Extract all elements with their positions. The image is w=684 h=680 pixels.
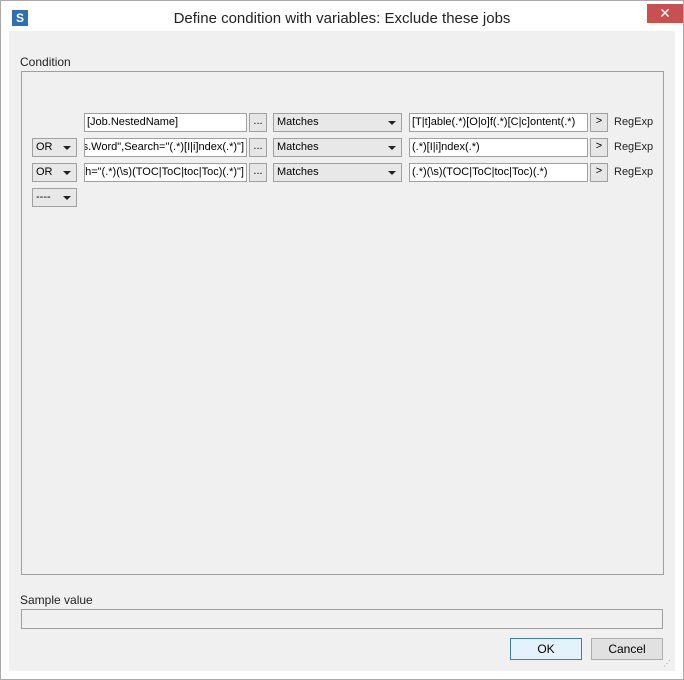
row2-type-label: RegExp (614, 141, 654, 153)
title-bar: S Define condition with variables: Exclu… (2, 2, 683, 32)
row2-value-field[interactable]: (.*)[I|i]ndex(.*) (409, 138, 588, 157)
row1-browse-button[interactable]: ... (249, 113, 267, 132)
row1-value-field[interactable]: [T|t]able(.*)[O|o]f(.*)[C|c]ontent(.*) (409, 113, 588, 132)
condition-group-label: Condition (20, 55, 71, 69)
chevron-down-icon (63, 196, 71, 200)
chevron-down-icon (388, 121, 396, 125)
chevron-down-icon (388, 146, 396, 150)
row2-variable-field[interactable]: [Stats.Word",Search="(.*)[I|i]ndex(.*)"] (84, 138, 247, 157)
sample-value-field (21, 609, 663, 629)
row1-expand-button[interactable]: > (590, 113, 608, 132)
dialog-window: S Define condition with variables: Exclu… (0, 0, 684, 680)
row3-browse-button[interactable]: ... (249, 163, 267, 182)
row2-operator-select[interactable]: OR (32, 138, 77, 157)
row3-variable-field[interactable]: [Stats.Word",Search="(.*)(\s)(TOC|ToC|to… (84, 163, 247, 182)
row2-expand-button[interactable]: > (590, 138, 608, 157)
window-title: Define condition with variables: Exclude… (173, 10, 511, 27)
row1-variable-field[interactable]: [Job.NestedName] (84, 113, 247, 132)
chevron-down-icon (63, 146, 71, 150)
condition-panel: [Job.NestedName] ... Matches [T|t]able(.… (21, 71, 664, 575)
row1-comparison-select[interactable]: Matches (273, 113, 402, 132)
dialog-client-area: Condition [Job.NestedName] ... Matches [… (9, 31, 675, 671)
sample-value-label: Sample value (20, 593, 93, 607)
chevron-down-icon (388, 171, 396, 175)
row3-type-label: RegExp (614, 166, 654, 178)
resize-grip-icon[interactable]: ⋰ (663, 659, 671, 668)
row1-type-label: RegExp (614, 116, 654, 128)
cancel-button[interactable]: Cancel (591, 638, 663, 660)
row2-browse-button[interactable]: ... (249, 138, 267, 157)
new-row-operator-select[interactable]: ---- (32, 188, 77, 207)
row3-comparison-select[interactable]: Matches (273, 163, 402, 182)
row3-expand-button[interactable]: > (590, 163, 608, 182)
close-button[interactable]: ✕ (647, 4, 683, 23)
row3-operator-select[interactable]: OR (32, 163, 77, 182)
ok-button[interactable]: OK (510, 638, 582, 660)
row3-value-field[interactable]: (.*)(\s)(TOC|ToC|toc|Toc)(.*) (409, 163, 588, 182)
chevron-down-icon (63, 171, 71, 175)
row2-comparison-select[interactable]: Matches (273, 138, 402, 157)
